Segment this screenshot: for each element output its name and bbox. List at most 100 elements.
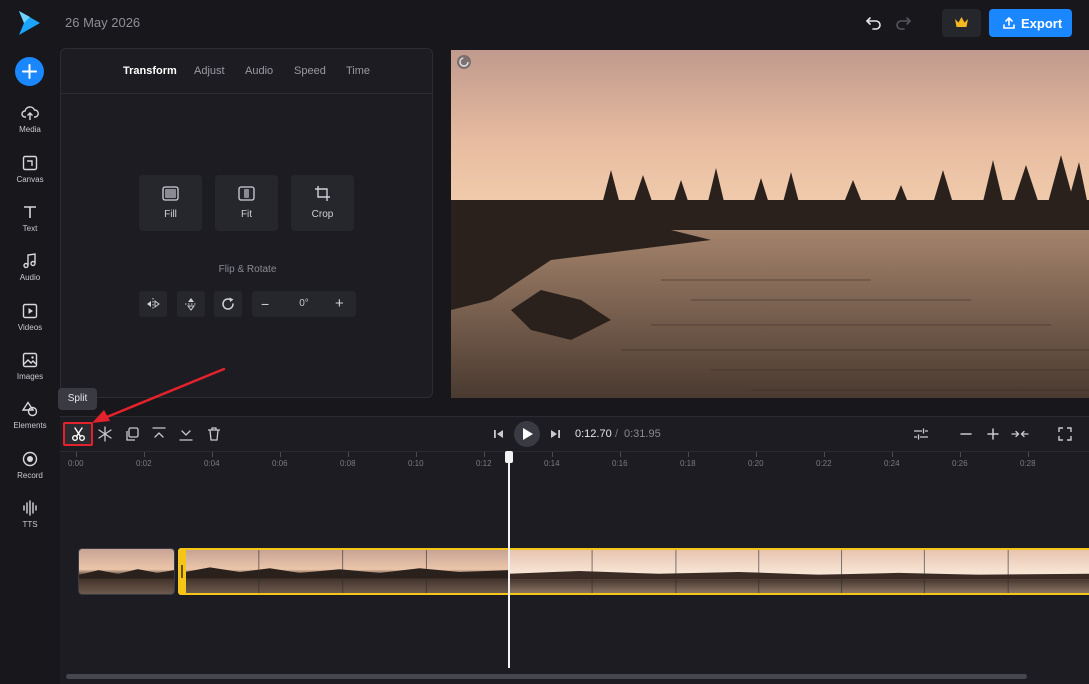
fill-button[interactable]: Fill (139, 175, 202, 231)
rotation-decrease-button[interactable]: − (261, 296, 269, 312)
duplicate-icon[interactable] (123, 425, 141, 443)
tab-time[interactable]: Time (346, 65, 370, 77)
rotate-icon (222, 297, 234, 310)
ruler-label: 0:12 (476, 459, 492, 468)
sidebar-item-media[interactable]: Media (0, 104, 60, 150)
ruler-label: 0:20 (748, 459, 764, 468)
export-button[interactable]: Export (989, 9, 1072, 37)
fit-timeline-icon[interactable] (1011, 425, 1029, 443)
video-clip[interactable] (78, 548, 175, 595)
record-icon (22, 451, 38, 467)
sidebar-item-elements[interactable]: Elements (0, 400, 60, 446)
sidebar-item-record[interactable]: Record (0, 450, 60, 496)
sidebar-item-label: Canvas (16, 175, 44, 184)
ruler-label: 0:14 (544, 459, 560, 468)
sidebar-item-videos[interactable]: Videos (0, 302, 60, 348)
flip-horizontal-icon (147, 298, 160, 310)
ruler-label: 0:00 (68, 459, 84, 468)
split-button[interactable] (63, 422, 93, 446)
rotation-increase-button[interactable]: + (335, 295, 344, 312)
skip-forward-icon[interactable] (546, 425, 564, 443)
left-sidebar: Media Canvas Text Audio Videos Images El… (0, 46, 60, 684)
ruler-tick-mark (416, 452, 417, 457)
ruler-label: 0:26 (952, 459, 968, 468)
rotation-value[interactable]: 0° (288, 298, 320, 309)
video-icon (22, 303, 38, 319)
ruler-label: 0:02 (136, 459, 152, 468)
flip-horizontal-button[interactable] (139, 291, 167, 317)
logo-icon[interactable] (16, 10, 42, 36)
tab-audio[interactable]: Audio (245, 65, 273, 77)
timeline-scrollbar[interactable] (66, 674, 1027, 679)
crown-icon (955, 17, 968, 27)
ruler-tick-mark (824, 452, 825, 457)
crop-icon (315, 186, 330, 201)
ruler-label: 0:04 (204, 459, 220, 468)
clip-trim-handle[interactable] (178, 548, 186, 595)
sidebar-item-label: Audio (19, 273, 41, 282)
sidebar-item-images[interactable]: Images (0, 351, 60, 397)
delete-icon[interactable] (205, 425, 223, 443)
sidebar-item-label: Elements (13, 421, 47, 430)
adjust-icon[interactable] (912, 425, 930, 443)
play-button[interactable] (514, 421, 540, 447)
sidebar-item-label: Images (16, 372, 44, 381)
zoom-out-icon[interactable] (957, 425, 975, 443)
freeze-icon[interactable] (96, 425, 114, 443)
sidebar-item-text[interactable]: Text (0, 203, 60, 249)
ruler-label: 0:06 (272, 459, 288, 468)
annotation-arrow (92, 367, 226, 423)
fullscreen-icon[interactable] (1056, 425, 1074, 443)
ruler-tick-mark (552, 452, 553, 457)
ruler-label: 0:08 (340, 459, 356, 468)
export-label: Export (1021, 16, 1063, 31)
plus-icon (22, 64, 37, 79)
sidebar-item-audio[interactable]: Audio (0, 252, 60, 298)
rotation-stepper: − 0° + (252, 291, 356, 317)
music-note-icon (23, 253, 36, 269)
redo-icon[interactable] (893, 13, 913, 33)
ruler-tick-mark (688, 452, 689, 457)
upgrade-button[interactable] (942, 9, 981, 37)
tab-transform[interactable]: Transform (123, 65, 177, 77)
flip-vertical-button[interactable] (177, 291, 205, 317)
ruler-label: 0:22 (816, 459, 832, 468)
move-up-icon[interactable] (150, 425, 168, 443)
ruler-label: 0:10 (408, 459, 424, 468)
sidebar-item-label: Text (22, 224, 38, 233)
video-preview[interactable] (451, 50, 1089, 398)
image-icon (22, 352, 38, 368)
rotate-button[interactable] (214, 291, 242, 317)
skip-back-icon[interactable] (490, 425, 508, 443)
panel-tabs: Transform Adjust Audio Speed Time (61, 49, 432, 94)
add-button[interactable] (15, 57, 44, 86)
sidebar-item-tts[interactable]: TTS (0, 499, 60, 545)
project-date[interactable]: 26 May 2026 (65, 15, 140, 30)
crop-button[interactable]: Crop (291, 175, 354, 231)
ruler-label: 0:28 (1020, 459, 1036, 468)
tab-adjust[interactable]: Adjust (194, 65, 225, 77)
playhead-handle[interactable] (505, 451, 513, 463)
ruler-label: 0:18 (680, 459, 696, 468)
sidebar-item-label: Media (19, 125, 41, 134)
move-down-icon[interactable] (177, 425, 195, 443)
current-time: 0:12.70 (575, 428, 612, 440)
selected-video-clip[interactable] (178, 548, 1089, 595)
ruler-label: 0:16 (612, 459, 628, 468)
fit-button[interactable]: Fit (215, 175, 278, 231)
sidebar-item-canvas[interactable]: Canvas (0, 154, 60, 200)
sidebar-item-label: Videos (17, 323, 43, 332)
transform-panel: Transform Adjust Audio Speed Time Fill F… (60, 48, 433, 398)
undo-icon[interactable] (864, 13, 884, 33)
ruler-tick-mark (144, 452, 145, 457)
top-bar: 26 May 2026 Export (0, 0, 1089, 46)
fill-label: Fill (164, 209, 177, 220)
play-icon (523, 428, 533, 440)
time-separator: / (615, 428, 619, 440)
zoom-in-icon[interactable] (984, 425, 1002, 443)
shapes-icon (21, 401, 38, 417)
text-icon (24, 206, 36, 218)
flip-rotate-heading: Flip & Rotate (218, 264, 277, 275)
tab-speed[interactable]: Speed (294, 65, 326, 77)
playhead-line[interactable] (508, 455, 510, 668)
